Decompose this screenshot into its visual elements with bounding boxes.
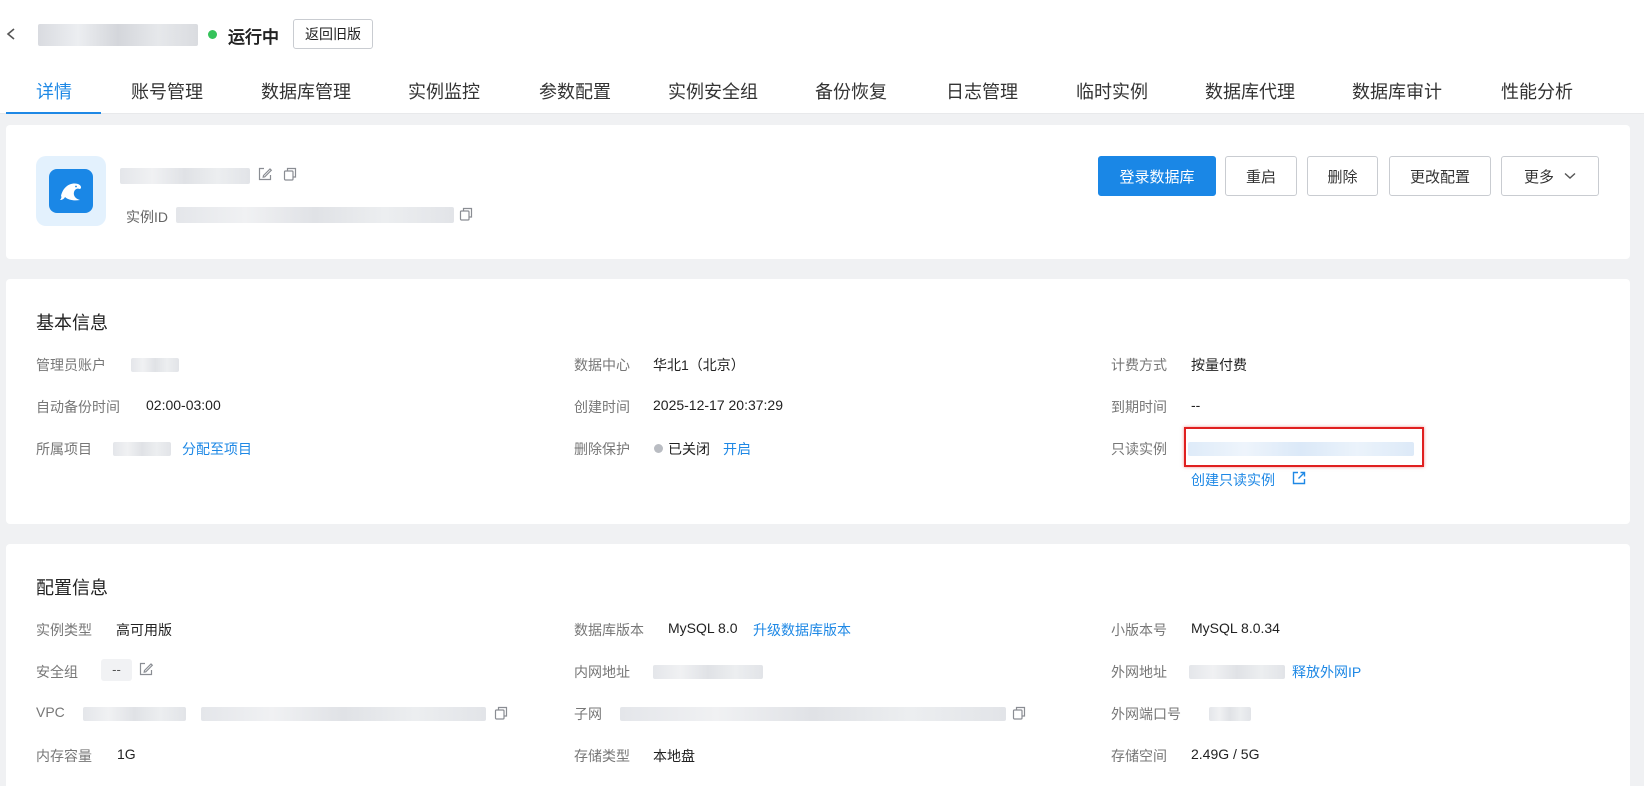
delete-protect-status-dot: [654, 444, 663, 453]
copy-icon[interactable]: [282, 166, 298, 182]
subnet-label: 子网: [574, 706, 602, 722]
instance-id-redacted: [176, 207, 454, 223]
dolphin-icon: [60, 183, 82, 201]
tab-db-audit[interactable]: 数据库审计: [1352, 78, 1442, 104]
copy-icon[interactable]: [1011, 705, 1027, 721]
intranet-address-redacted: [653, 665, 763, 679]
back-to-old-version-button[interactable]: 返回旧版: [293, 19, 373, 49]
intranet-address-label: 内网地址: [574, 664, 630, 680]
storage-space-value: 2.49G / 5G: [1191, 746, 1260, 762]
instance-type-label: 实例类型: [36, 622, 92, 638]
more-label: 更多: [1523, 168, 1554, 186]
copy-icon[interactable]: [493, 705, 509, 721]
login-database-button[interactable]: 登录数据库: [1098, 156, 1216, 196]
project-label: 所属项目: [36, 441, 92, 457]
security-group-label: 安全组: [36, 664, 78, 680]
memory-value: 1G: [117, 746, 136, 762]
public-port-redacted: [1209, 707, 1251, 721]
tab-details[interactable]: 详情: [36, 78, 72, 104]
storage-space-label: 存储空间: [1111, 748, 1167, 764]
instance-summary-card: 实例ID 登录数据库 重启 删除 更改配置 更多: [6, 125, 1630, 259]
edit-icon[interactable]: [257, 166, 273, 182]
public-port-label: 外网端口号: [1111, 706, 1181, 722]
copy-icon[interactable]: [458, 206, 474, 222]
tab-logs[interactable]: 日志管理: [946, 78, 1018, 104]
expire-label: 到期时间: [1111, 399, 1167, 415]
release-public-ip-link[interactable]: 释放外网IP: [1292, 662, 1361, 682]
vpc-label: VPC: [36, 704, 65, 720]
expire-value: --: [1191, 397, 1201, 413]
top-bar: 运行中 返回旧版 详情 账号管理 数据库管理 实例监控 参数配置 实例安全组 备…: [0, 0, 1644, 114]
assign-project-link[interactable]: 分配至项目: [182, 439, 252, 459]
tab-db-proxy[interactable]: 数据库代理: [1205, 78, 1295, 104]
security-group-value: --: [101, 659, 132, 681]
status-indicator-dot: [208, 30, 217, 39]
datacenter-label: 数据中心: [574, 357, 630, 373]
upgrade-db-version-link[interactable]: 升级数据库版本: [753, 620, 851, 640]
tab-temp-instance[interactable]: 临时实例: [1076, 78, 1148, 104]
tab-parameters[interactable]: 参数配置: [539, 78, 611, 104]
chevron-left-icon[interactable]: [4, 24, 18, 44]
public-address-label: 外网地址: [1111, 664, 1167, 680]
tab-accounts[interactable]: 账号管理: [131, 78, 203, 104]
auto-backup-label: 自动备份时间: [36, 399, 120, 415]
db-version-value: MySQL 8.0: [668, 620, 738, 636]
memory-label: 内存容量: [36, 748, 92, 764]
db-version-label: 数据库版本: [574, 622, 644, 638]
readonly-instance-label: 只读实例: [1111, 441, 1167, 457]
tab-bar: 详情 账号管理 数据库管理 实例监控 参数配置 实例安全组 备份恢复 日志管理 …: [0, 72, 1644, 114]
create-readonly-instance-link[interactable]: 创建只读实例: [1191, 470, 1275, 490]
config-info-card: 配置信息 实例类型 高可用版 安全组 -- VPC 内存容量 1G 数据库版本 …: [6, 544, 1630, 786]
storage-type-label: 存储类型: [574, 748, 630, 764]
mysql-logo: [36, 156, 106, 226]
created-time-label: 创建时间: [574, 399, 630, 415]
delete-protect-label: 删除保护: [574, 441, 630, 457]
public-address-redacted: [1189, 665, 1285, 679]
edit-icon[interactable]: [138, 661, 154, 677]
tab-security-group[interactable]: 实例安全组: [668, 78, 758, 104]
minor-version-label: 小版本号: [1111, 622, 1167, 638]
external-link-icon[interactable]: [1291, 470, 1307, 486]
admin-account-label: 管理员账户: [36, 357, 106, 373]
restart-button[interactable]: 重启: [1225, 156, 1297, 196]
instance-name-redacted: [120, 168, 250, 184]
tab-instance-monitoring[interactable]: 实例监控: [408, 78, 480, 104]
tab-performance[interactable]: 性能分析: [1501, 78, 1573, 104]
change-config-button[interactable]: 更改配置: [1389, 156, 1491, 196]
delete-button[interactable]: 删除: [1307, 156, 1378, 196]
enable-delete-protect-link[interactable]: 开启: [723, 439, 751, 459]
subnet-redacted: [620, 707, 1006, 721]
admin-account-redacted: [131, 358, 179, 372]
instance-type-value: 高可用版: [116, 622, 172, 638]
created-time-value: 2025-12-17 20:37:29: [653, 397, 783, 413]
datacenter-value: 华北1（北京）: [653, 357, 745, 373]
instance-id-label: 实例ID: [126, 209, 168, 225]
basic-info-card: 基本信息 管理员账户 自动备份时间 02:00-03:00 所属项目 分配至项目…: [6, 279, 1630, 524]
status-text: 运行中: [228, 28, 279, 47]
tab-database-management[interactable]: 数据库管理: [261, 78, 351, 104]
section-title-basic-info: 基本信息: [36, 313, 108, 333]
more-dropdown-button[interactable]: 更多: [1501, 156, 1599, 196]
auto-backup-value: 02:00-03:00: [146, 397, 221, 413]
tab-backup-restore[interactable]: 备份恢复: [815, 78, 887, 104]
project-redacted: [113, 442, 171, 456]
storage-type-value: 本地盘: [653, 748, 695, 764]
instance-name-redacted: [38, 24, 198, 46]
chevron-down-icon: [1564, 172, 1576, 179]
billing-value: 按量付费: [1191, 357, 1247, 373]
vpc-name-redacted: [83, 707, 186, 721]
section-title-config-info: 配置信息: [36, 578, 108, 598]
billing-label: 计费方式: [1111, 357, 1167, 373]
minor-version-value: MySQL 8.0.34: [1191, 620, 1280, 636]
delete-protect-value: 已关闭: [668, 441, 710, 457]
active-tab-indicator: [6, 112, 101, 114]
vpc-id-redacted: [201, 707, 486, 721]
highlight-box: [1184, 427, 1424, 467]
